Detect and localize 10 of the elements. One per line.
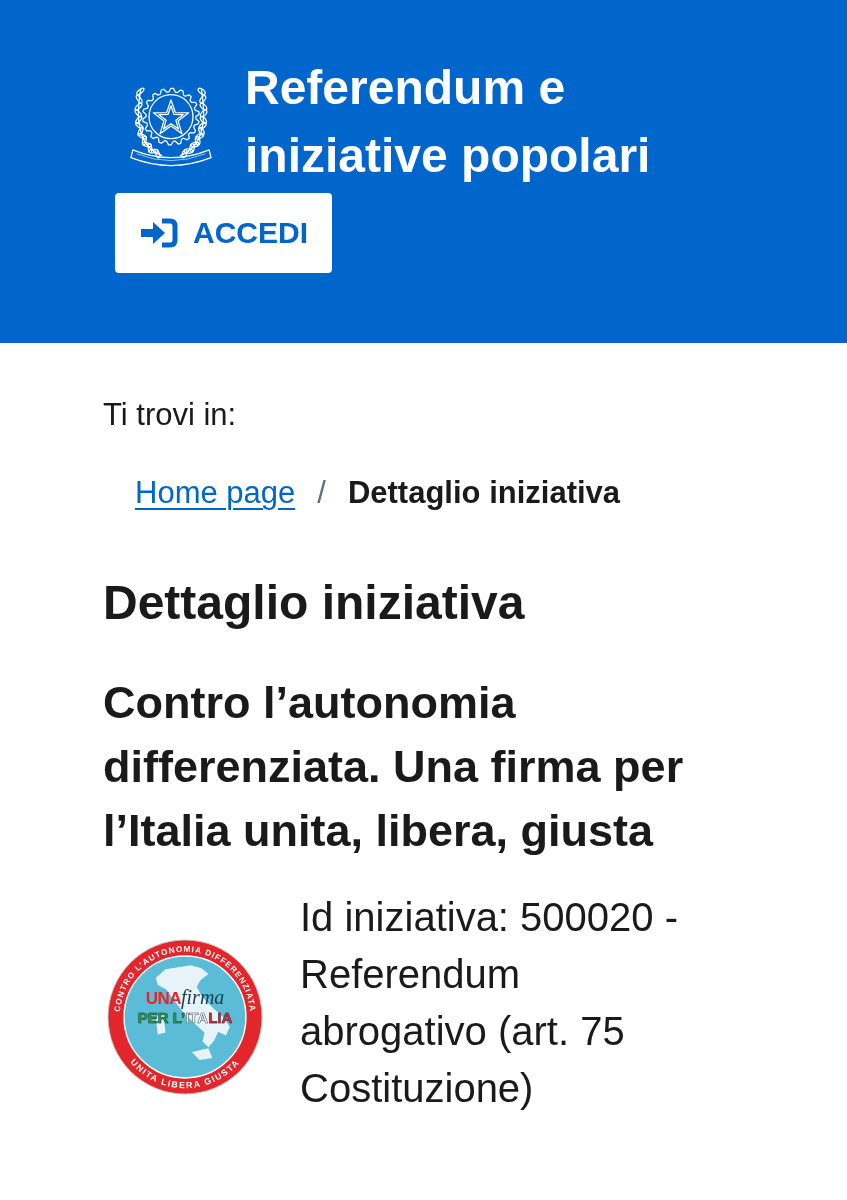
initiative-description: Id iniziativa: 500020 - Referendum abrogativo (art. 75 Costituzione) [300, 894, 679, 1112]
initiative-title: Contro l’autonomia differenziata. Una firma per l’Italia unita, libera, giusta [103, 676, 685, 858]
breadcrumb-label: Ti trovi in: [103, 396, 238, 434]
page-title: Dettaglio iniziativa [103, 575, 526, 631]
site-title: Referendum e iniziative popolari [245, 60, 652, 184]
breadcrumb-separator: / [317, 474, 326, 512]
login-button[interactable]: ACCEDI [115, 193, 332, 273]
login-icon [140, 218, 178, 248]
home-page-link[interactable]: Home page [135, 473, 296, 513]
current-page-crumb: Dettaglio iniziativa [347, 474, 621, 512]
